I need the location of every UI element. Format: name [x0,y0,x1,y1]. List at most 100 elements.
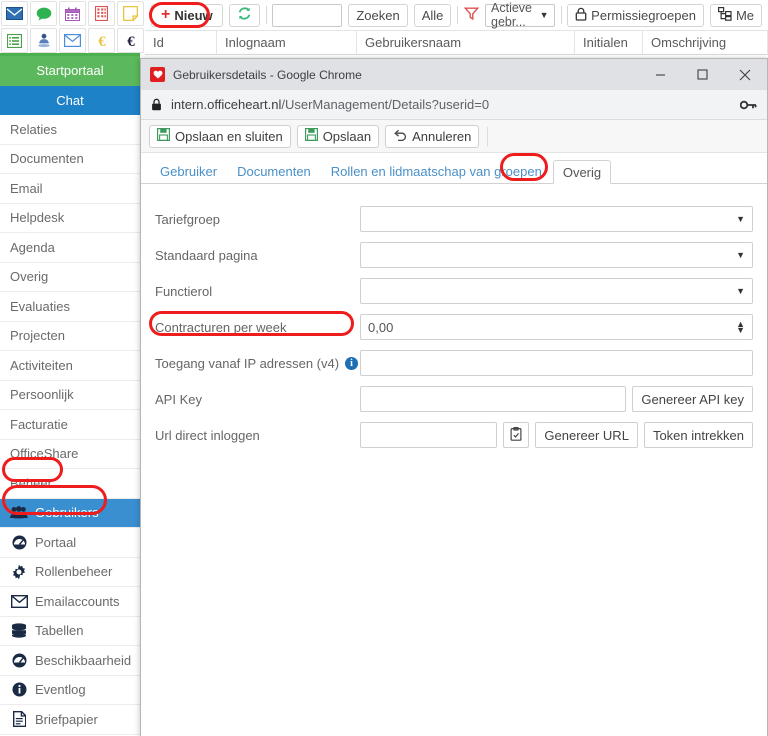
tab-documenten[interactable]: Documenten [228,159,320,183]
address-bar[interactable]: intern.officeheart.nl/UserManagement/Det… [141,90,767,120]
database-icon [10,623,28,638]
sidebar-item-tabellen[interactable]: Tabellen [0,617,140,646]
sidebar-item-label: Activiteiten [10,357,73,373]
info-icon[interactable]: i [345,356,359,370]
cancel-button[interactable]: Annuleren [385,124,480,148]
person-pin-icon[interactable] [30,28,57,53]
toegang-ip-input[interactable] [360,350,753,376]
sidebar-item-helpdesk[interactable]: Helpdesk [0,204,140,233]
revoke-token-button[interactable]: Token intrekken [643,422,753,448]
tab-label: Overig [562,164,602,180]
sidebar-item-email[interactable]: Email [0,174,140,204]
address-bar-url: intern.officeheart.nl/UserManagement/Det… [171,97,740,112]
sidebar-item-briefpapier[interactable]: Briefpapier [0,705,140,735]
sidebar-item-chat[interactable]: Chat [0,85,140,115]
tab-label: Gebruiker [160,163,218,179]
members-button[interactable]: Me [709,3,763,27]
save-and-close-button[interactable]: Opslaan en sluiten [149,124,291,148]
sidebar-item-overig[interactable]: Overig [0,263,140,292]
url-direct-inloggen-input[interactable] [360,422,498,448]
users-grid-header: Id Inlognaam Gebruikersnaam Initialen Om… [145,30,768,55]
sidebar-item-beheer[interactable]: Beheer [0,469,140,499]
new-button[interactable]: + Nieuw [151,3,223,27]
window-titlebar[interactable]: Gebruikersdetails - Google Chrome [141,59,767,90]
sidebar-item-label: Beheer [10,475,52,491]
sidebar-item-beschikbaarheid[interactable]: Beschikbaarheid [0,646,140,676]
undo-icon [393,129,407,144]
sidebar-item-rollenbeheer[interactable]: Rollenbeheer [0,558,140,587]
sidebar-item-evaluaties[interactable]: Evaluaties [0,292,140,322]
standaard-pagina-select[interactable]: ▼ [360,242,753,268]
envelope-icon[interactable] [59,28,86,53]
sidebar-item-portaal[interactable]: Portaal [0,528,140,558]
heart-icon [150,67,165,82]
sidebar-item-facturatie[interactable]: Facturatie [0,410,140,440]
search-input[interactable] [272,3,343,27]
note-icon[interactable] [117,1,144,26]
column-header-inlognaam[interactable]: Inlognaam [217,30,357,55]
members-label: Me [735,7,755,23]
tab-label: Rollen en lidmaatschap van groepen [330,163,542,179]
sidebar-item-label: OfficeShare [10,446,79,462]
euro-solid-icon[interactable]: € [117,28,144,53]
filter-icon[interactable] [463,6,480,24]
tab-overig[interactable]: Overig [552,160,612,184]
spinner-arrows-icon[interactable]: ▲ ▼ [736,320,745,335]
close-button[interactable] [723,59,767,90]
overig-form: Tariefgroep ▼ Standaard pagina ▼ Functie… [141,184,767,736]
mail-icon[interactable] [1,1,28,26]
envelope-icon [10,594,28,608]
all-button[interactable]: Alle [413,3,452,27]
filter-select[interactable]: Actieve gebr... ▼ [485,1,555,29]
refresh-button[interactable] [228,3,260,27]
key-icon[interactable] [740,99,757,111]
sidebar-item-eventlog[interactable]: Eventlog [0,676,140,705]
sidebar-item-persoonlijk[interactable]: Persoonlijk [0,381,140,410]
save-button[interactable]: Opslaan [296,124,380,148]
api-key-input[interactable] [360,386,627,412]
generate-api-key-button[interactable]: Genereer API key [632,386,753,412]
sidebar-item-officeshare[interactable]: OfficeShare [0,440,140,469]
save-icon [157,128,171,144]
sidebar-item-activiteiten[interactable]: Activiteiten [0,351,140,381]
euro-outline-icon[interactable]: € [88,28,115,53]
dialog-tabs: Gebruiker Documenten Rollen en lidmaatsc… [141,153,767,184]
permission-groups-button[interactable]: Permissiegroepen [567,3,704,27]
api-key-label: API Key [155,391,202,407]
maximize-button[interactable] [681,59,723,90]
building-icon[interactable] [88,1,115,26]
column-header-omschrijving[interactable]: Omschrijving [643,30,768,55]
sidebar-item-label: Documenten [10,151,84,167]
functierol-select[interactable]: ▼ [360,278,753,304]
generate-url-label: Genereer URL [544,427,629,443]
column-header-gebruikersnaam[interactable]: Gebruikersnaam [357,30,575,55]
minimize-button[interactable] [639,59,681,90]
contracturen-value: 0,00 [368,319,394,335]
tariefgroep-select[interactable]: ▼ [360,206,753,232]
contracturen-stepper[interactable]: 0,00 ▲ ▼ [360,314,753,340]
tariefgroep-label: Tariefgroep [155,211,221,227]
all-button-label: Alle [421,7,444,23]
sidebar-item-gebruikers[interactable]: Gebruikers [0,498,140,528]
permission-groups-label: Permissiegroepen [591,7,696,23]
sidebar-item-projecten[interactable]: Projecten [0,322,140,351]
copy-url-button[interactable] [503,422,530,448]
generate-url-button[interactable]: Genereer URL [535,422,638,448]
form-row-tariefgroep: Tariefgroep ▼ [155,204,753,234]
document-icon [10,711,28,728]
chevron-down-icon: ▼ [736,214,745,224]
list-icon[interactable] [1,28,28,53]
tab-gebruiker[interactable]: Gebruiker [151,159,226,183]
sidebar-item-relaties[interactable]: Relaties [0,115,140,145]
chat-bubble-icon[interactable] [30,1,57,26]
calendar-icon[interactable] [59,1,86,26]
column-header-initialen[interactable]: Initialen [575,30,643,55]
sidebar-item-documenten[interactable]: Documenten [0,145,140,174]
tab-rollen-en-lidmaatschap[interactable]: Rollen en lidmaatschap van groepen [322,159,551,183]
sidebar-item-agenda[interactable]: Agenda [0,233,140,263]
sidebar-item-startportaal[interactable]: Startportaal [0,56,140,86]
column-header-id[interactable]: Id [145,30,217,55]
search-button[interactable]: Zoeken [348,3,408,27]
new-button-label: Nieuw [174,7,213,23]
sidebar-item-emailaccounts[interactable]: Emailaccounts [0,587,140,617]
